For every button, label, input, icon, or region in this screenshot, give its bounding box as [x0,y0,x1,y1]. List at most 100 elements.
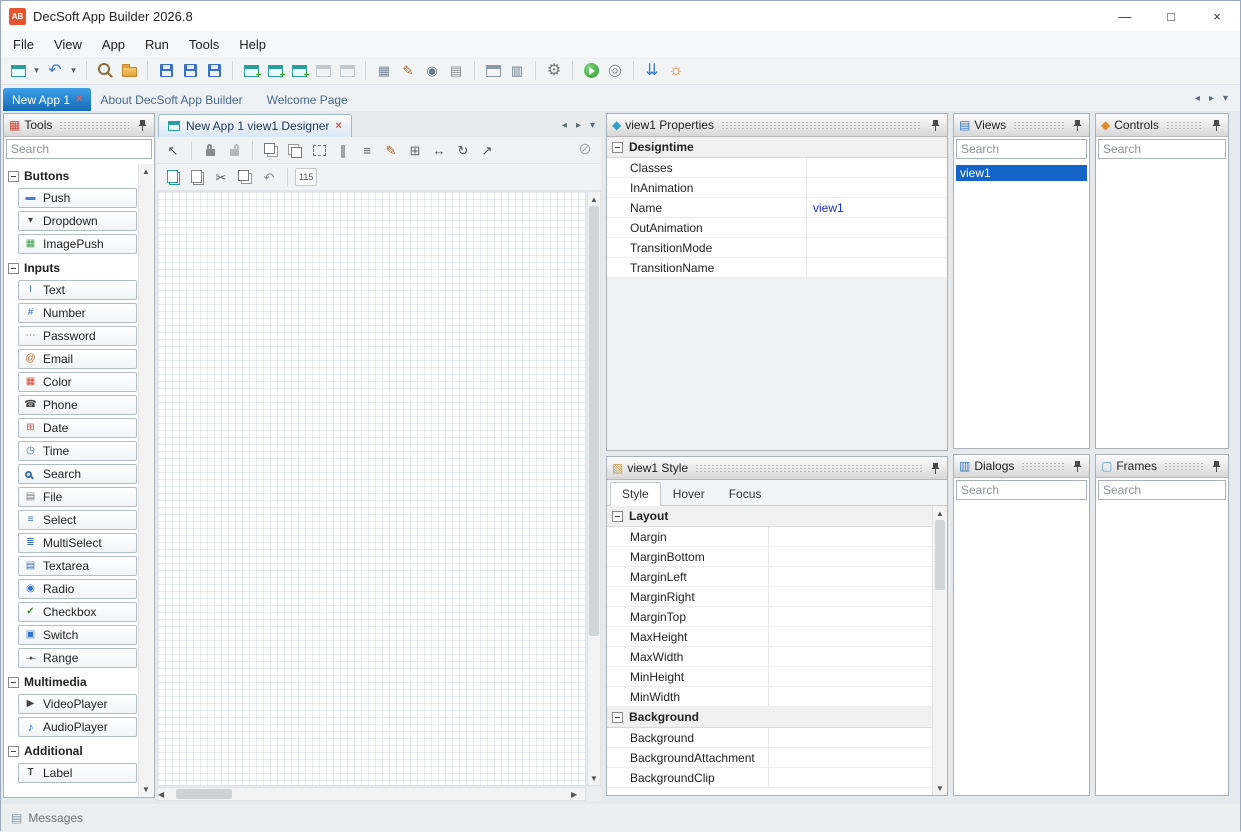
lock-controls-button[interactable] [199,139,221,161]
undo-history-button[interactable]: ↶ [44,60,66,82]
tools-scrollbar[interactable]: ▲ ▼ [138,164,153,796]
menu-tools[interactable]: Tools [179,33,229,56]
install-updates-button[interactable]: ⇊ [641,60,663,82]
style-scrollbar[interactable]: ▲ ▼ [932,506,947,795]
tab-welcome-page[interactable]: Welcome Page [258,88,363,111]
style-row[interactable]: MarginRight [607,587,932,607]
scroll-down-icon[interactable]: ▼ [142,782,150,796]
edit-style-button[interactable]: ✎ [380,139,402,161]
minimize-button[interactable]: — [1102,1,1148,31]
unlock-controls-button[interactable] [223,139,245,161]
close-all-button[interactable] [336,60,358,82]
edit-files-button[interactable]: ✎ [397,60,419,82]
tab-focus[interactable]: Focus [717,482,774,506]
style-row[interactable]: BackgroundAttachment [607,748,932,768]
pin-icon[interactable] [1071,118,1084,133]
designer-tab-scroll-left-button[interactable]: ◂ [562,120,567,131]
style-row[interactable]: Margin [607,527,932,547]
style-value[interactable] [769,567,932,586]
property-value[interactable] [807,238,947,257]
save-all-button[interactable] [203,60,225,82]
close-designer-tab-icon[interactable]: × [335,121,341,132]
menu-view[interactable]: View [44,33,92,56]
run-app-button[interactable] [580,60,602,82]
scrollbar-thumb[interactable] [176,789,232,799]
property-value[interactable]: view1 [807,198,947,217]
align-vertical-button[interactable]: ≡ [356,139,378,161]
close-tab-icon[interactable]: × [76,94,82,105]
rotate-control-button[interactable]: ↻ [452,139,474,161]
pin-icon[interactable] [136,118,149,133]
resize-control-button[interactable]: ↔ [428,139,450,161]
collapse-icon[interactable] [612,142,623,153]
menu-help[interactable]: Help [229,33,276,56]
pin-icon[interactable] [1210,118,1223,133]
style-value[interactable] [769,627,932,646]
style-row[interactable]: MaxHeight [607,627,932,647]
tools-section-buttons[interactable]: Buttons [6,165,137,185]
property-value[interactable] [807,178,947,197]
properties-section-designtime[interactable]: Designtime [607,137,947,158]
pointer-tool-button[interactable]: ↖ [162,139,184,161]
export-view-button[interactable]: ↗ [476,139,498,161]
collapse-icon[interactable] [612,712,623,723]
tool-search[interactable]: Search [18,464,137,484]
style-section-background[interactable]: Background [607,707,932,728]
close-button[interactable]: × [1194,1,1240,31]
style-section-layout[interactable]: Layout [607,506,932,527]
tool-label[interactable]: T Label [18,763,137,783]
collapse-icon[interactable] [8,263,19,274]
style-value[interactable] [769,547,932,566]
style-value[interactable] [769,607,932,626]
tool-range[interactable]: –●– Range [18,648,137,668]
style-value[interactable] [769,527,932,546]
paste-button[interactable] [162,166,184,188]
design-canvas[interactable] [157,191,586,786]
maximize-button[interactable]: □ [1148,1,1194,31]
environment-options-button[interactable]: ⚙ [543,60,565,82]
tool-textarea[interactable]: ▤ Textarea [18,556,137,576]
views-search-input[interactable] [956,139,1087,159]
style-value[interactable] [769,768,932,787]
tool-switch[interactable]: ▣ Switch [18,625,137,645]
property-value[interactable] [807,218,947,237]
property-row[interactable]: InAnimation [607,178,947,198]
style-row[interactable]: MarginTop [607,607,932,627]
style-value[interactable] [769,748,932,767]
open-project-button[interactable] [118,60,140,82]
tools-section-multimedia[interactable]: Multimedia [6,671,137,691]
tool-time[interactable]: ◷ Time [18,441,137,461]
style-value[interactable] [769,687,932,706]
property-row[interactable]: OutAnimation [607,218,947,238]
scroll-right-icon[interactable]: ▶ [571,787,585,801]
app-options-button[interactable] [482,60,504,82]
undo-designer-button[interactable]: ↶ [258,166,280,188]
menu-file[interactable]: File [3,33,44,56]
scroll-up-icon[interactable]: ▲ [142,164,150,178]
close-view-button[interactable] [312,60,334,82]
tool-videoplayer[interactable]: ▶ VideoPlayer [18,694,137,714]
tool-audioplayer[interactable]: ♪ AudioPlayer [18,717,137,737]
scroll-down-icon[interactable]: ▼ [936,781,944,795]
tab-scroll-right-button[interactable]: ▸ [1209,93,1214,104]
style-row[interactable]: MarginBottom [607,547,932,567]
scroll-up-icon[interactable]: ▲ [936,506,944,520]
style-value[interactable] [769,667,932,686]
send-to-back-button[interactable] [284,139,306,161]
scrollbar-thumb[interactable] [589,206,599,636]
save-as-button[interactable] [179,60,201,82]
new-dialog-button[interactable] [264,60,286,82]
save-button[interactable] [155,60,177,82]
menu-run[interactable]: Run [135,33,179,56]
tool-push[interactable]: ▬ Push [18,188,137,208]
frames-search-input[interactable] [1098,480,1226,500]
tool-password[interactable]: ⋯ Password [18,326,137,346]
tools-section-additional[interactable]: Additional [6,740,137,760]
collapse-icon[interactable] [8,171,19,182]
property-row[interactable]: TransitionName [607,258,947,278]
pin-icon[interactable] [1071,459,1084,474]
tab-list-button[interactable]: ▾ [1223,93,1228,104]
messages-label[interactable]: Messages [28,811,83,825]
style-value[interactable] [769,587,932,606]
collapse-icon[interactable] [8,746,19,757]
